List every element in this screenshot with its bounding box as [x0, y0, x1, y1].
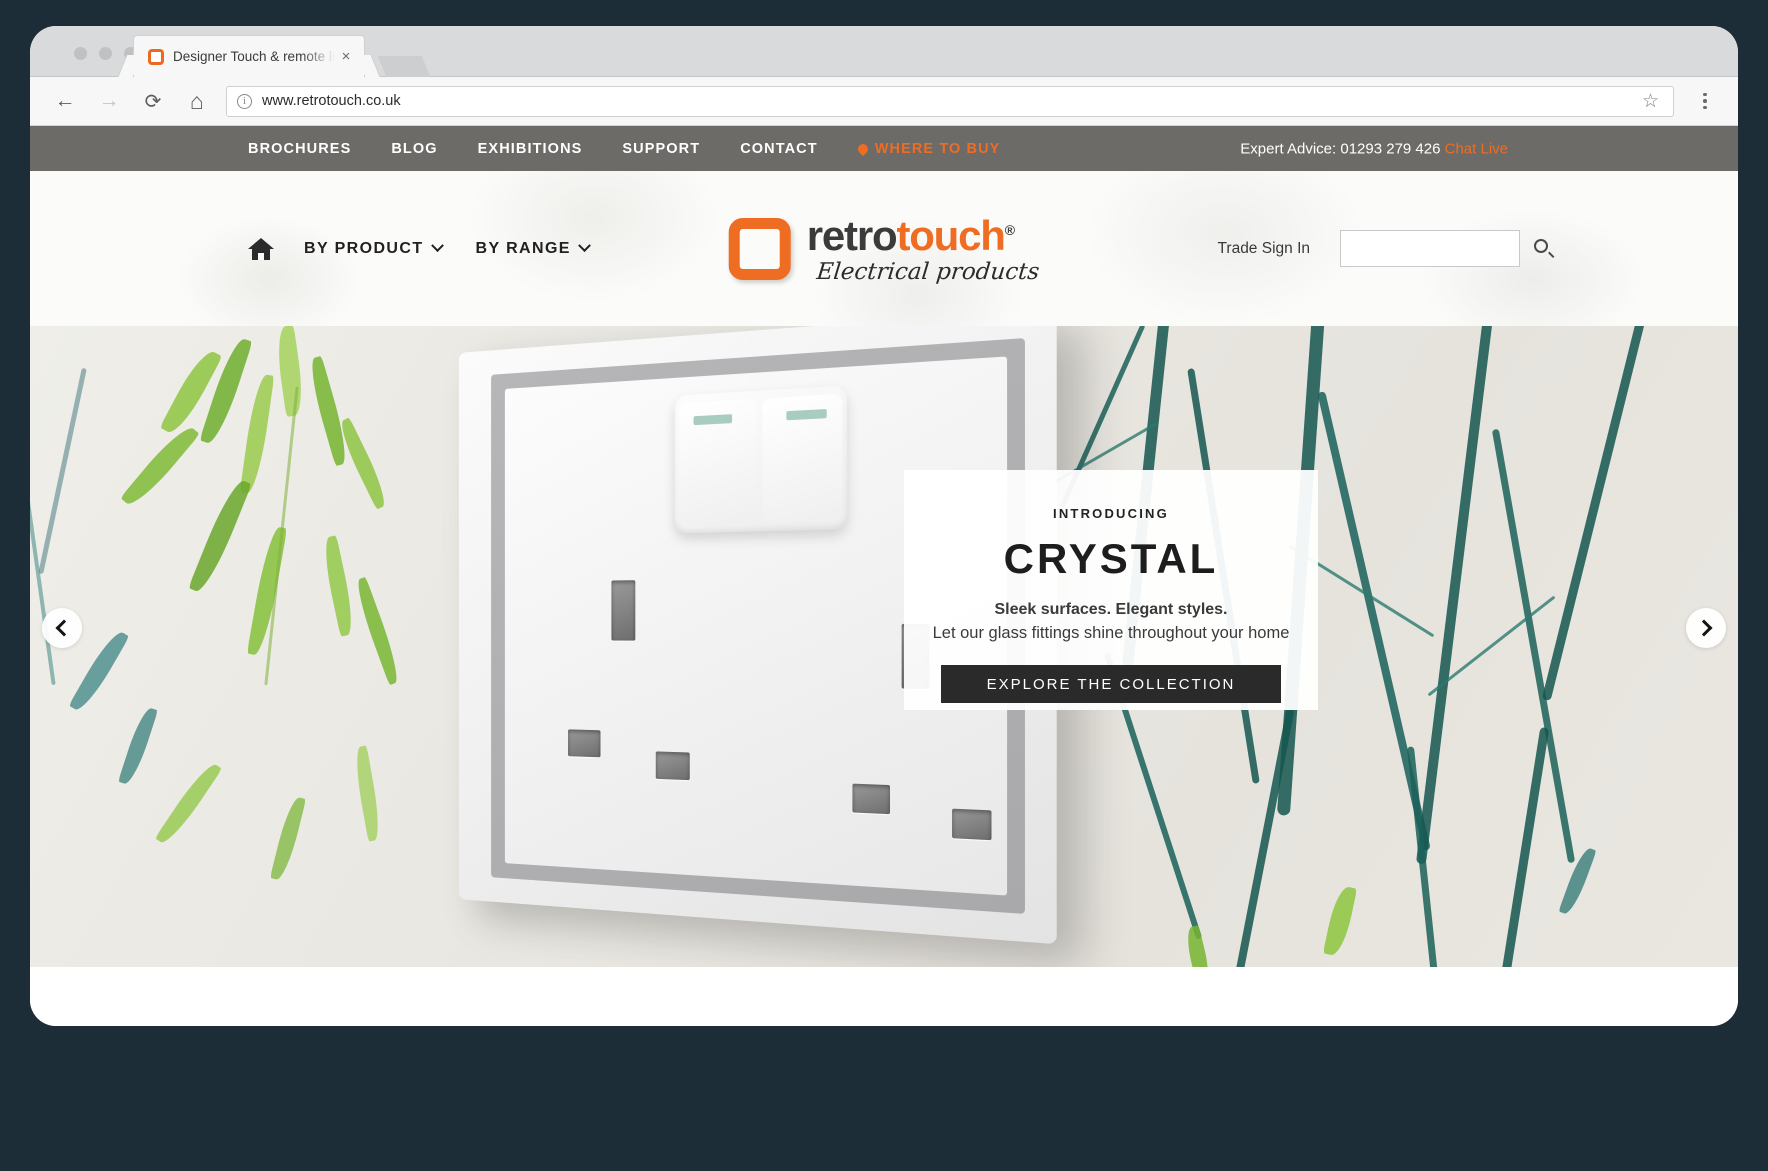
- header-right: Trade Sign In: [1218, 230, 1555, 267]
- carousel-next-button[interactable]: [1686, 608, 1726, 648]
- promo-subtitle-bold: Sleek surfaces. Elegant styles.: [994, 601, 1228, 618]
- tab-title: Designer Touch & remote light: [173, 49, 338, 64]
- search-input[interactable]: [1353, 240, 1534, 257]
- nav-item-contact[interactable]: CONTACT: [740, 141, 818, 157]
- address-bar[interactable]: i www.retrotouch.co.uk ☆: [226, 85, 1674, 117]
- utility-nav: BROCHURES BLOG EXHIBITIONS SUPPORT CONTA…: [248, 141, 1000, 157]
- url-text: www.retrotouch.co.uk: [262, 93, 401, 109]
- chevron-right-icon: [1695, 619, 1713, 637]
- home-icon[interactable]: ⌂: [180, 84, 214, 118]
- nav-by-range[interactable]: BY RANGE: [475, 239, 591, 258]
- browser-tab[interactable]: Designer Touch & remote light ×: [134, 36, 364, 77]
- minimize-window-button[interactable]: [99, 47, 112, 60]
- logo-tagline: Electrical products: [815, 258, 1041, 285]
- promo-subtitle: Let our glass fittings shine throughout …: [932, 624, 1290, 642]
- chevron-left-icon: [55, 619, 73, 637]
- socket-live-slot: [852, 783, 891, 815]
- nav-by-product-label: BY PRODUCT: [304, 239, 424, 257]
- header-left: BY PRODUCT BY RANGE: [248, 237, 591, 260]
- logo-wordmark: retrotouch® Electrical products: [806, 211, 1041, 285]
- hero-carousel: INTRODUCING CRYSTAL Sleek surfaces. Eleg…: [30, 326, 1738, 967]
- new-tab-button[interactable]: [377, 56, 431, 77]
- forward-icon[interactable]: →: [92, 84, 126, 118]
- promo-headline: CRYSTAL: [1003, 535, 1219, 582]
- carousel-prev-button[interactable]: [42, 608, 82, 648]
- close-window-button[interactable]: [74, 47, 87, 60]
- nav-item-where-to-buy[interactable]: WHERE TO BUY: [855, 140, 1001, 157]
- map-pin-icon: [855, 141, 870, 156]
- nav-item-brochures[interactable]: BROCHURES: [248, 141, 351, 157]
- rocker-switch: [674, 385, 848, 534]
- chevron-down-icon: [430, 239, 444, 253]
- chat-live-link[interactable]: Chat Live: [1445, 140, 1508, 157]
- close-tab-icon[interactable]: ×: [338, 49, 354, 64]
- back-icon[interactable]: ←: [48, 84, 82, 118]
- chevron-down-icon: [578, 239, 591, 253]
- home-link-icon[interactable]: [248, 237, 274, 260]
- socket-neutral-slot: [655, 751, 690, 781]
- socket-neutral-slot: [952, 808, 992, 841]
- tab-strip: Designer Touch & remote light ×: [30, 26, 1738, 77]
- socket-live-slot: [568, 729, 601, 758]
- browser-menu-icon[interactable]: [1686, 92, 1724, 110]
- logo-word-retro: retro: [806, 211, 898, 259]
- logo-square-icon: [728, 217, 791, 280]
- nav-item-blog[interactable]: BLOG: [391, 141, 437, 157]
- browser-toolbar: ← → ⟳ ⌂ i www.retrotouch.co.uk ☆: [30, 77, 1738, 126]
- bookmark-icon[interactable]: ☆: [1642, 90, 1659, 113]
- browser-window: Designer Touch & remote light × ← → ⟳ ⌂ …: [30, 26, 1738, 1026]
- nav-item-support[interactable]: SUPPORT: [622, 141, 700, 157]
- hero-photo: [30, 326, 1738, 967]
- site-logo[interactable]: retrotouch® Electrical products: [728, 211, 1041, 285]
- nav-by-product[interactable]: BY PRODUCT: [304, 239, 444, 258]
- nav-by-range-label: BY RANGE: [475, 239, 571, 257]
- primary-nav: BY PRODUCT BY RANGE: [304, 239, 591, 258]
- search-box[interactable]: [1340, 230, 1555, 267]
- promo-kicker: INTRODUCING: [1053, 506, 1169, 521]
- reload-icon[interactable]: ⟳: [136, 84, 170, 118]
- logo-word-touch: touch: [896, 211, 1006, 259]
- search-icon[interactable]: [1534, 239, 1555, 258]
- page-viewport: BROCHURES BLOG EXHIBITIONS SUPPORT CONTA…: [30, 126, 1738, 1026]
- explore-collection-button[interactable]: EXPLORE THE COLLECTION: [941, 665, 1281, 703]
- site-utility-bar: BROCHURES BLOG EXHIBITIONS SUPPORT CONTA…: [30, 126, 1738, 171]
- expert-advice: Expert Advice: 01293 279 426 Chat Live: [1240, 140, 1508, 157]
- hero-promo-card: INTRODUCING CRYSTAL Sleek surfaces. Eleg…: [904, 470, 1318, 710]
- favicon-icon: [148, 48, 164, 65]
- site-header: BY PRODUCT BY RANGE retrotouch® Electric…: [30, 171, 1738, 326]
- site-info-icon[interactable]: i: [237, 93, 252, 109]
- expert-advice-phone: Expert Advice: 01293 279 426: [1240, 140, 1441, 157]
- where-to-buy-label: WHERE TO BUY: [874, 140, 1001, 157]
- logo-registered-mark: ®: [1004, 221, 1015, 238]
- nav-item-exhibitions[interactable]: EXHIBITIONS: [478, 141, 583, 157]
- socket-earth-slot: [611, 580, 636, 641]
- trade-sign-in-link[interactable]: Trade Sign In: [1218, 240, 1310, 258]
